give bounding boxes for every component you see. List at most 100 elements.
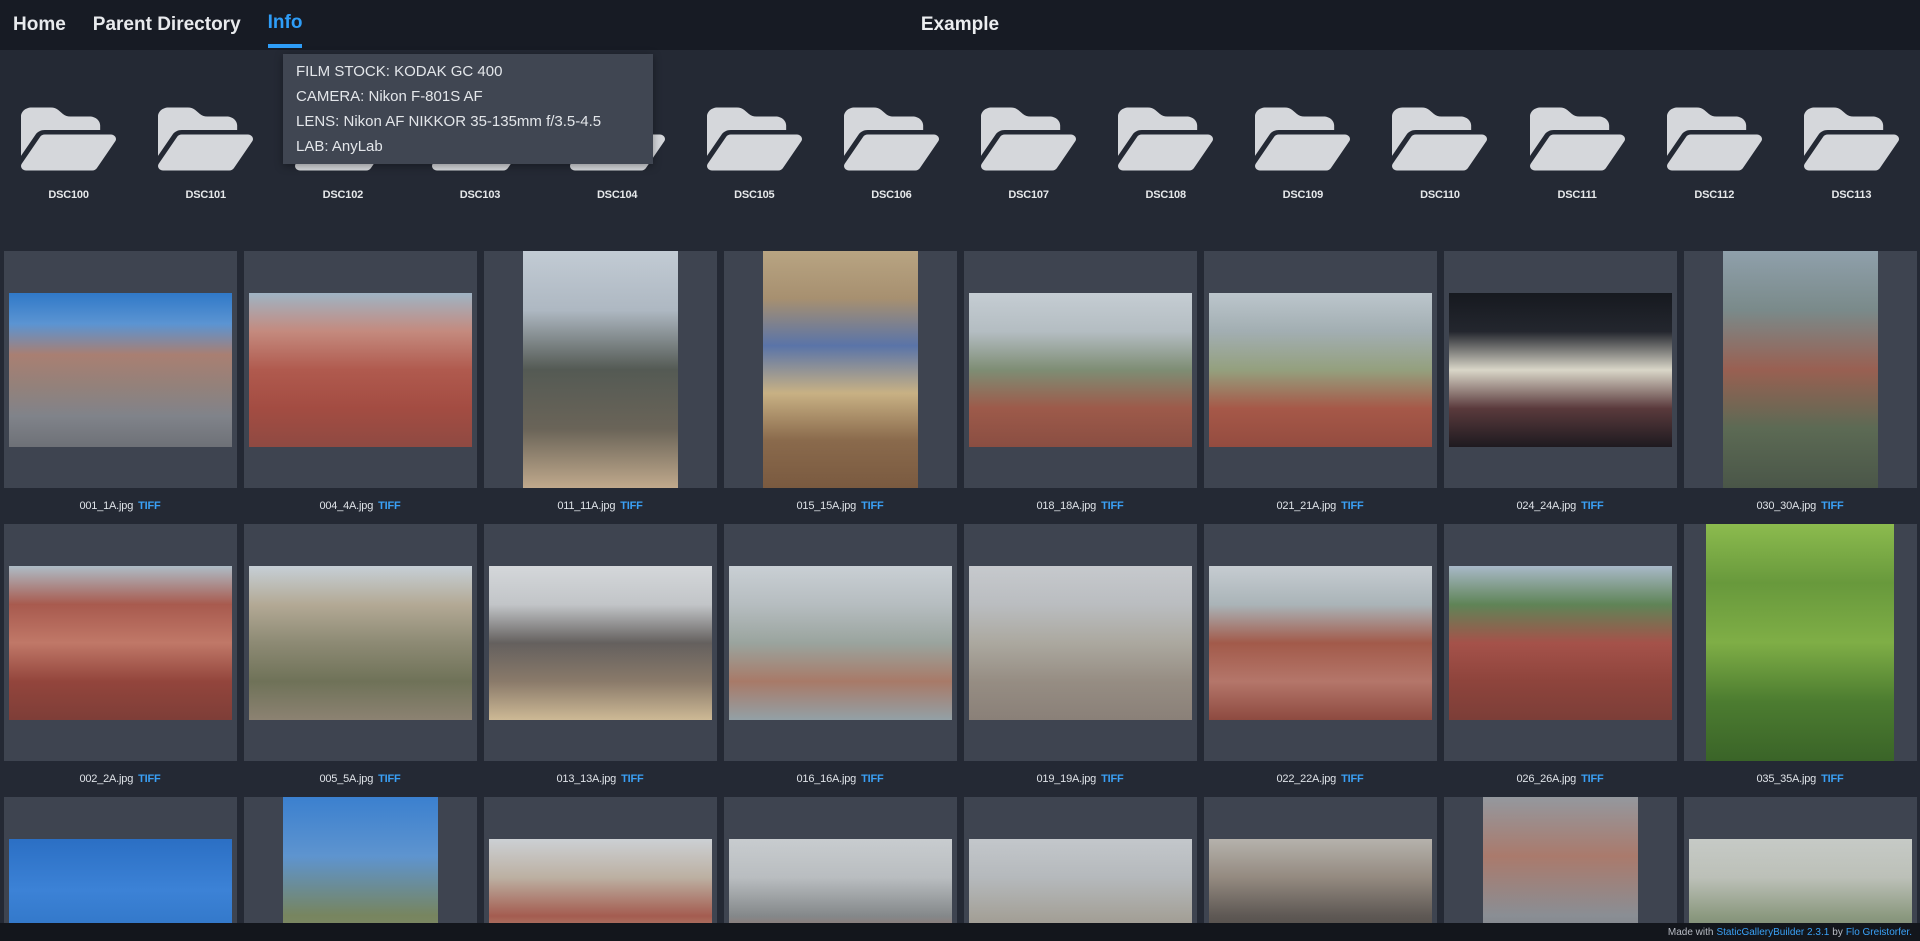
nav-info-link[interactable]: Info [267, 2, 303, 48]
photo-card[interactable] [1203, 797, 1437, 941]
photo-card[interactable] [723, 251, 957, 488]
folder-open-icon [1255, 107, 1351, 171]
gallery-cell: 024_24A.jpg TIFF [1440, 251, 1680, 524]
photo-card[interactable] [3, 797, 237, 941]
tiff-link[interactable]: TIFF [1101, 500, 1124, 512]
photo-card[interactable] [3, 251, 237, 488]
photo-thumbnail[interactable] [248, 565, 472, 720]
photo-label: 035_35A.jpg TIFF [1756, 761, 1843, 797]
folder-label: DSC110 [1420, 189, 1460, 201]
tiff-link[interactable]: TIFF [1581, 500, 1604, 512]
nav-home-link[interactable]: Home [13, 0, 66, 50]
photo-filename: 026_26A.jpg [1516, 773, 1577, 785]
tiff-link[interactable]: TIFF [1821, 773, 1844, 785]
photo-label: 004_4A.jpg TIFF [319, 488, 400, 524]
photo-label: 002_2A.jpg TIFF [79, 761, 160, 797]
photo-card[interactable] [243, 524, 477, 761]
builder-link[interactable]: StaticGalleryBuilder 2.3.1 [1716, 927, 1829, 938]
tiff-link[interactable]: TIFF [621, 773, 644, 785]
tiff-link[interactable]: TIFF [138, 500, 161, 512]
photo-thumbnail[interactable] [522, 251, 678, 488]
photo-label: 030_30A.jpg TIFF [1756, 488, 1843, 524]
folder-item[interactable]: DSC105 [686, 103, 823, 202]
photo-card[interactable] [1203, 251, 1437, 488]
photo-thumbnail[interactable] [728, 565, 952, 720]
photo-card[interactable] [1683, 797, 1917, 941]
folder-label: DSC101 [185, 189, 227, 201]
tiff-link[interactable]: TIFF [1821, 500, 1844, 512]
folder-item[interactable]: DSC112 [1646, 103, 1783, 202]
tiff-link[interactable]: TIFF [138, 773, 161, 785]
photo-thumbnail[interactable] [488, 565, 712, 720]
folder-item[interactable]: DSC111 [1509, 103, 1646, 202]
photo-card[interactable] [483, 251, 717, 488]
tiff-link[interactable]: TIFF [378, 500, 401, 512]
photo-thumbnail[interactable] [8, 292, 232, 447]
photo-card[interactable] [1203, 524, 1437, 761]
tiff-link[interactable]: TIFF [1581, 773, 1604, 785]
tiff-link[interactable]: TIFF [620, 500, 643, 512]
tiff-link[interactable]: TIFF [1101, 773, 1124, 785]
photo-thumbnail[interactable] [1208, 565, 1432, 720]
folder-item[interactable]: DSC109 [1234, 103, 1371, 202]
photo-card[interactable] [963, 524, 1197, 761]
photo-thumbnail[interactable] [248, 292, 472, 447]
photo-label: 011_11A.jpg TIFF [557, 488, 643, 524]
folder-item[interactable]: DSC113 [1783, 103, 1920, 202]
photo-card[interactable] [243, 251, 477, 488]
photo-thumbnail[interactable] [968, 565, 1192, 720]
tiff-link[interactable]: TIFF [861, 773, 884, 785]
folder-item[interactable]: DSC107 [960, 103, 1097, 202]
photo-filename: 019_19A.jpg [1036, 773, 1097, 785]
nav-parent-directory-link[interactable]: Parent Directory [93, 0, 241, 50]
folder-label: DSC102 [322, 189, 364, 201]
photo-thumbnail[interactable] [1482, 797, 1638, 941]
photo-card[interactable] [963, 251, 1197, 488]
photo-card[interactable] [243, 797, 477, 941]
photo-thumbnail[interactable] [1448, 565, 1672, 720]
photo-thumbnail[interactable] [282, 797, 438, 941]
photo-card[interactable] [1683, 524, 1917, 761]
photo-thumbnail[interactable] [1208, 292, 1432, 447]
folder-item[interactable]: DSC110 [1371, 103, 1508, 202]
photo-thumbnail[interactable] [1722, 251, 1878, 488]
photo-card[interactable] [483, 524, 717, 761]
tiff-link[interactable]: TIFF [1341, 773, 1364, 785]
photo-filename: 021_21A.jpg [1276, 500, 1337, 512]
photo-label: 015_15A.jpg TIFF [796, 488, 883, 524]
photo-card[interactable] [1443, 797, 1677, 941]
photo-thumbnail[interactable] [1448, 292, 1672, 447]
gallery-cell: 019_19A.jpg TIFF [960, 524, 1200, 797]
photo-card[interactable] [3, 524, 237, 761]
photo-card[interactable] [1443, 251, 1677, 488]
photo-thumbnail[interactable] [8, 565, 232, 720]
author-link[interactable]: Flo Greistorfer. [1846, 927, 1912, 938]
photo-card[interactable] [1683, 251, 1917, 488]
folder-item[interactable]: DSC106 [823, 103, 960, 202]
folder-item[interactable]: DSC101 [137, 103, 274, 202]
photo-thumbnail[interactable] [1706, 524, 1894, 761]
folder-label: DSC105 [734, 189, 775, 201]
tooltip-lab: LAB: AnyLab [296, 138, 383, 155]
tiff-link[interactable]: TIFF [1341, 500, 1364, 512]
gallery-cell [720, 797, 960, 941]
photo-thumbnail[interactable] [968, 292, 1192, 447]
photo-card[interactable] [963, 797, 1197, 941]
photo-filename: 011_11A.jpg [557, 500, 616, 512]
folder-item[interactable]: DSC100 [0, 103, 137, 202]
tiff-link[interactable]: TIFF [861, 500, 884, 512]
folder-open-icon [1392, 107, 1488, 171]
folder-label: DSC111 [1557, 189, 1597, 201]
photo-label: 018_18A.jpg TIFF [1036, 488, 1123, 524]
folder-open-icon [1666, 107, 1762, 171]
photo-card[interactable] [723, 797, 957, 941]
tiff-link[interactable]: TIFF [378, 773, 401, 785]
photo-filename: 022_22A.jpg [1276, 773, 1337, 785]
photo-thumbnail[interactable] [762, 251, 918, 488]
top-nav: Home Parent Directory Info Example [0, 0, 1920, 50]
photo-card[interactable] [483, 797, 717, 941]
folder-item[interactable]: DSC108 [1097, 103, 1234, 202]
photo-filename: 016_16A.jpg [796, 773, 857, 785]
photo-card[interactable] [723, 524, 957, 761]
photo-card[interactable] [1443, 524, 1677, 761]
